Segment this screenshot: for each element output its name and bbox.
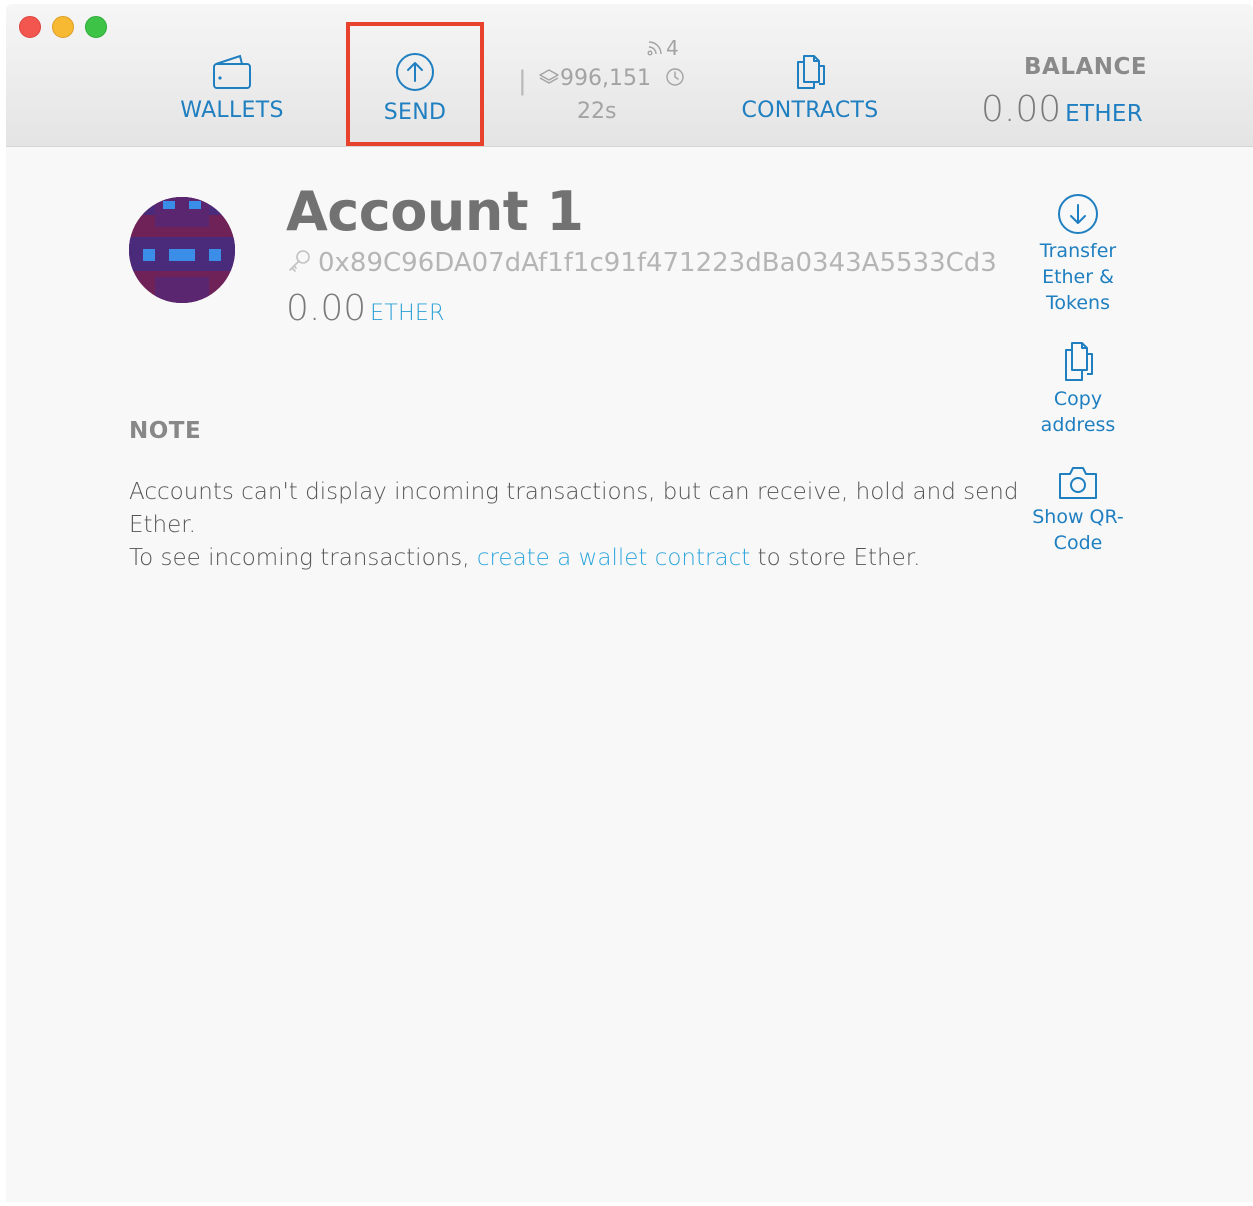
camera-icon (1059, 467, 1097, 499)
account-balance-value: 0.00 (286, 288, 367, 329)
account-balance-unit: ETHER (370, 301, 445, 326)
note-text: Accounts can't display incoming transact… (129, 476, 1029, 575)
identicon (129, 197, 235, 303)
clock-icon (666, 68, 684, 86)
account-name: Account 1 (286, 180, 584, 243)
peer-count: 4 (646, 36, 679, 60)
nav-send[interactable]: SEND (350, 50, 480, 125)
note-line-2-prefix: To see incoming transactions, (129, 545, 477, 571)
note-heading: NOTE (129, 418, 202, 444)
minimize-window-button[interactable] (52, 16, 74, 38)
top-toolbar: WALLETS SEND 4 | 996,151 22s CONTRACTS B… (6, 4, 1253, 147)
transfer-label-3: Tokens (1046, 292, 1110, 314)
account-address[interactable]: 0x89C96DA07dAf1f1c91f471223dBa0343A5533C… (318, 248, 997, 278)
nav-wallets[interactable]: WALLETS (156, 52, 308, 123)
clock-icon-wrap (664, 66, 686, 94)
key-icon (289, 250, 310, 272)
signal-icon (647, 41, 662, 56)
note-line-2-suffix: to store Ether. (750, 545, 921, 571)
note-line-1: Accounts can't display incoming transact… (129, 479, 1019, 538)
app-window: WALLETS SEND 4 | 996,151 22s CONTRACTS B… (6, 4, 1253, 1202)
show-qr-code-button[interactable]: Show QR- Code (1024, 462, 1132, 556)
qr-label-2: Code (1053, 532, 1103, 554)
arrow-up-circle-icon (396, 53, 434, 91)
documents-icon (797, 55, 825, 89)
copy-label-1: Copy (1053, 388, 1103, 410)
documents-icon (1065, 342, 1093, 381)
nav-contracts-label: CONTRACTS (741, 98, 879, 123)
nav-contracts[interactable]: CONTRACTS (729, 52, 891, 123)
last-block-time: 22s (577, 99, 617, 124)
transfer-label-1: Transfer (1039, 240, 1117, 262)
total-balance: 0.00 ETHER (981, 89, 1143, 130)
block-number-value: 996,151 (560, 66, 651, 91)
stats-separator: | (518, 66, 527, 96)
zoom-window-button[interactable] (85, 16, 107, 38)
account-avatar (129, 197, 235, 303)
qr-label-1: Show QR- (1032, 506, 1124, 528)
copy-address-button[interactable]: Copy address (1024, 340, 1132, 438)
copy-label-2: address (1040, 414, 1116, 436)
create-wallet-contract-link[interactable]: create a wallet contract (477, 545, 750, 571)
total-balance-value: 0.00 (981, 89, 1062, 130)
close-window-button[interactable] (19, 16, 41, 38)
layers-icon (539, 69, 559, 84)
arrow-down-circle-icon (1058, 194, 1098, 234)
balance-label: BALANCE (1024, 54, 1148, 80)
block-number: 996,151 (538, 66, 651, 91)
nav-wallets-label: WALLETS (180, 98, 284, 123)
wallet-icon (213, 54, 251, 89)
account-address-row: 0x89C96DA07dAf1f1c91f471223dBa0343A5533C… (286, 248, 997, 278)
nav-send-label: SEND (383, 100, 447, 125)
transfer-label-2: Ether & (1042, 266, 1114, 288)
account-balance: 0.00 ETHER (286, 288, 445, 329)
peer-count-value: 4 (666, 36, 679, 60)
total-balance-unit: ETHER (1065, 101, 1144, 127)
transfer-ether-tokens-button[interactable]: Transfer Ether & Tokens (1024, 192, 1132, 316)
